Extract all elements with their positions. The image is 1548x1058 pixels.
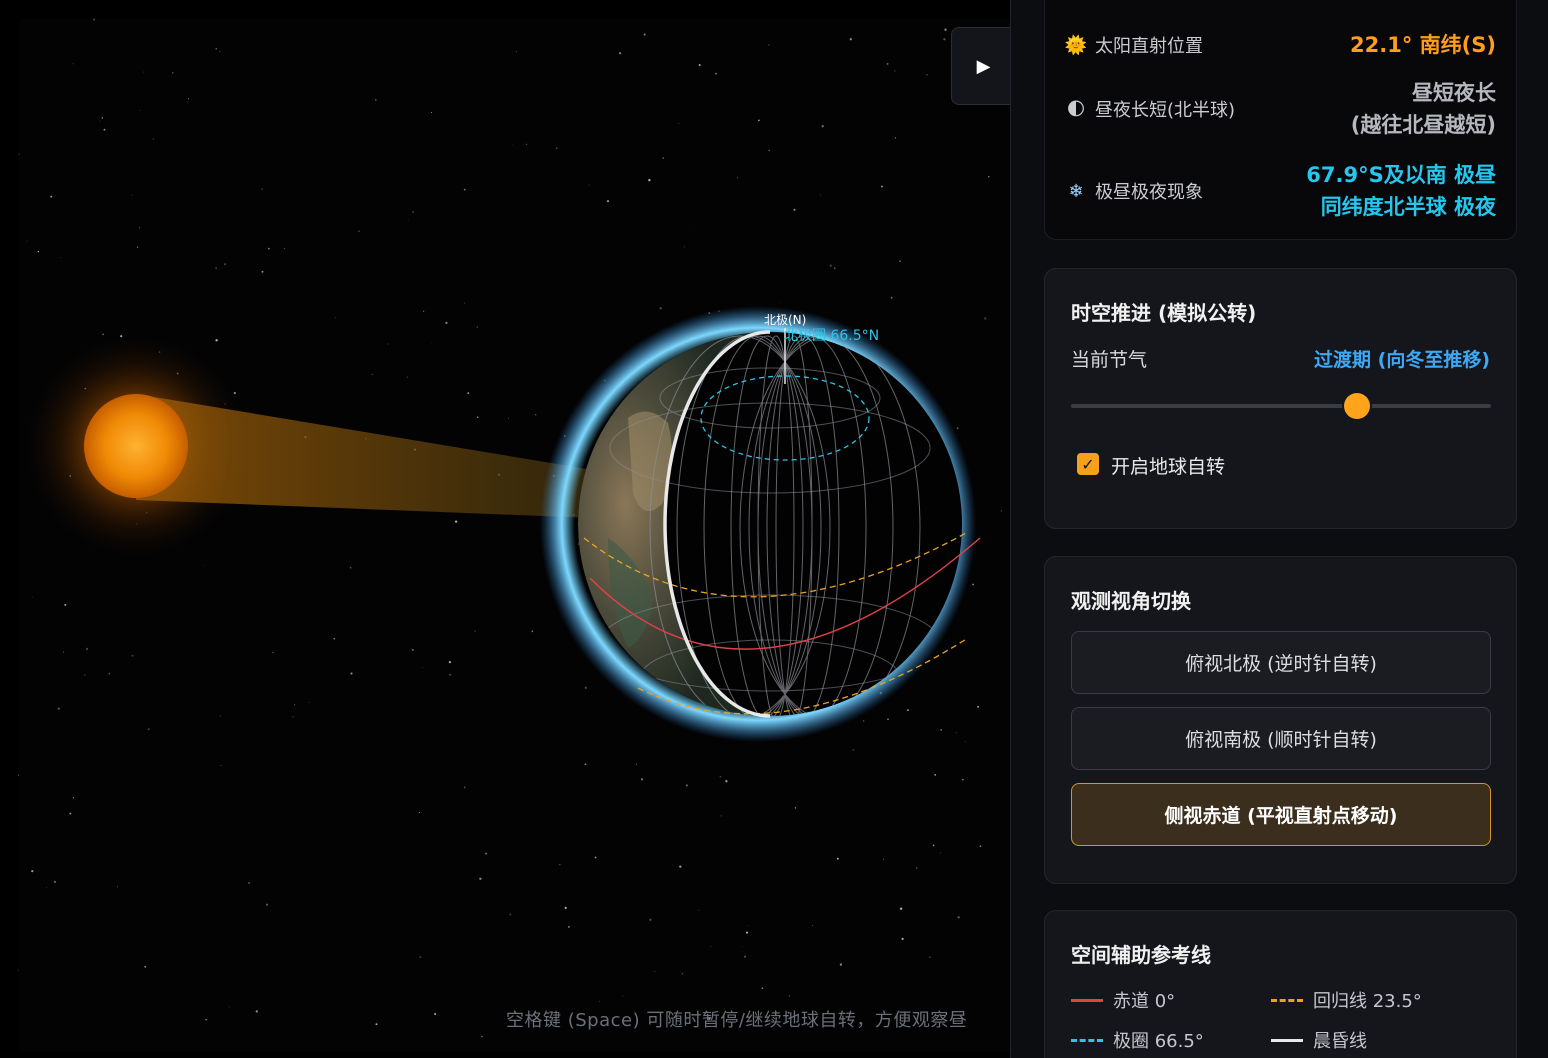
polar-value: 67.9°S及以南 极昼 同纬度北半球 极夜 (1306, 159, 1496, 223)
legend-equator: 赤道 0° (1071, 987, 1175, 1013)
season-value: 过渡期 (向冬至推移) (1314, 349, 1490, 371)
subsolar-value: 22.1° 南纬(S) (1350, 33, 1496, 57)
terminator-swatch (1271, 1038, 1303, 1042)
arctic-circle-label: 北极圈 66.5°N (784, 328, 879, 344)
orbit-slider-track[interactable] (1071, 404, 1491, 408)
orbit-slider-thumb[interactable] (1343, 393, 1370, 419)
ref-card-title: 空间辅助参考线 (1071, 943, 1211, 967)
subsolar-row: 🌞 太阳直射位置 22.1° 南纬(S) (1065, 29, 1496, 61)
half-moon-icon: 🌓 (1066, 98, 1086, 120)
sun-icon: 🌞 (1064, 34, 1088, 56)
time-control-card: 时空推进 (模拟公转) 当前节气 过渡期 (向冬至推移) ✓ 开启地球自转 (1044, 268, 1517, 529)
polar-value-line1: 67.9°S及以南 极昼 (1306, 163, 1496, 187)
info-card: 🌞 太阳直射位置 22.1° 南纬(S) 🌓 昼夜长短(北半球) 昼短夜长 (越… (1044, 0, 1517, 240)
view-card-title: 观测视角切换 (1071, 589, 1191, 613)
tropic-swatch (1271, 998, 1303, 1002)
daylength-label: 昼夜长短(北半球) (1095, 100, 1236, 121)
control-panel: 🌞 太阳直射位置 22.1° 南纬(S) 🌓 昼夜长短(北半球) 昼短夜长 (越… (1010, 0, 1548, 1058)
legend-equator-label: 赤道 0° (1113, 991, 1176, 1012)
sunlight-beam (136, 394, 593, 518)
legend-tropic: 回归线 23.5° (1271, 987, 1422, 1013)
rotate-checkbox[interactable]: ✓ (1077, 453, 1099, 475)
view-equator-button[interactable]: 侧视赤道 (平视直射点移动) (1071, 783, 1491, 846)
rotate-checkbox-label[interactable]: 开启地球自转 (1111, 452, 1225, 479)
earth-scene: 北极(N) 北极圈 66.5°N (24, 306, 981, 742)
view-south-pole-button[interactable]: 俯视南极 (顺时针自转) (1071, 707, 1491, 770)
polar-circle-swatch (1071, 1038, 1103, 1042)
daylength-value: 昼短夜长 (越往北昼越短) (1351, 77, 1496, 141)
earth-3d-viewport[interactable]: 北极(N) 北极圈 66.5°N 空格键 (Space) 可随时暂停/继续地球自… (18, 18, 1018, 1052)
keyboard-hint: 空格键 (Space) 可随时暂停/继续地球自转，方便观察昼 (506, 1010, 968, 1031)
legend-polar-circle: 极圈 66.5° (1071, 1027, 1204, 1053)
reference-lines-card: 空间辅助参考线 赤道 0° 回归线 23.5° 极圈 66.5° 晨昏线 (1044, 910, 1517, 1058)
season-label: 当前节气 (1071, 349, 1148, 371)
sun (84, 394, 188, 498)
time-card-title: 时空推进 (模拟公转) (1071, 301, 1257, 325)
polar-row: ❄ 极昼极夜现象 67.9°S及以南 极昼 同纬度北半球 极夜 (1065, 159, 1496, 223)
view-switch-card: 观测视角切换 俯视北极 (逆时针自转) 俯视南极 (顺时针自转) 侧视赤道 (平… (1044, 556, 1517, 884)
polar-label: 极昼极夜现象 (1095, 182, 1203, 203)
daylength-value-line2: (越往北昼越短) (1350, 113, 1496, 137)
north-pole-label: 北极(N) (764, 313, 806, 327)
play-icon: ▶ (976, 55, 991, 77)
view-north-pole-button[interactable]: 俯视北极 (逆时针自转) (1071, 631, 1491, 694)
legend-terminator: 晨昏线 (1271, 1027, 1367, 1053)
snowflake-icon: ❄ (1068, 180, 1084, 202)
play-button[interactable]: ▶ (951, 27, 1015, 105)
legend-tropic-label: 回归线 23.5° (1313, 991, 1422, 1012)
equator-swatch (1071, 998, 1103, 1002)
legend-terminator-label: 晨昏线 (1313, 1031, 1367, 1052)
daylength-value-line1: 昼短夜长 (1412, 81, 1496, 105)
legend-polar-circle-label: 极圈 66.5° (1113, 1031, 1204, 1052)
daylength-row: 🌓 昼夜长短(北半球) 昼短夜长 (越往北昼越短) (1065, 77, 1496, 141)
subsolar-label: 太阳直射位置 (1095, 36, 1203, 57)
polar-value-line2: 同纬度北半球 极夜 (1320, 195, 1496, 219)
